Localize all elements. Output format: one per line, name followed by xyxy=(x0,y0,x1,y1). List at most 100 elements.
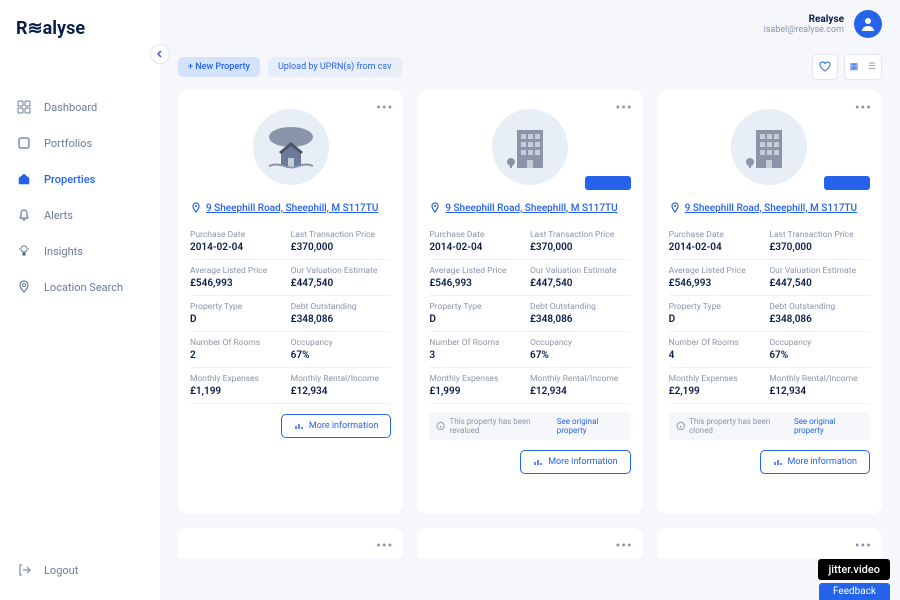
stat: Our Valuation Estimate£447,540 xyxy=(769,260,870,296)
stat-value: 67% xyxy=(291,350,392,361)
grid-view-button[interactable]: ▦ xyxy=(845,55,863,79)
stat-value: £1,199 xyxy=(190,386,291,397)
stat-value: £370,000 xyxy=(291,242,392,253)
property-card: ••• 9 Sheephill Road, Sheephill, M S117T… xyxy=(178,90,403,514)
stat: Average Listed Price£546,993 xyxy=(669,260,770,296)
info-icon xyxy=(436,421,445,431)
stat: Monthly Expenses £1,199 xyxy=(190,368,291,404)
stat-value: £447,540 xyxy=(769,278,870,289)
square-icon xyxy=(16,135,32,151)
stat-label: Average Listed Price xyxy=(190,266,291,276)
feedback-button[interactable]: Feedback xyxy=(819,583,890,600)
stat-value: 3 xyxy=(429,350,530,361)
sidebar-item-location-search[interactable]: Location Search xyxy=(0,269,160,305)
property-card: ••• 9 Sheephill Road, Sheephill, M S117T… xyxy=(657,90,882,514)
stat: Last Transaction Price£370,000 xyxy=(291,224,392,260)
see-original-link[interactable]: See original property xyxy=(557,417,624,435)
stat-label: Monthly Expenses xyxy=(190,374,291,384)
stat: Monthly Rental/Income£12,934 xyxy=(530,368,631,404)
bars-icon xyxy=(533,457,543,467)
stat-value: D xyxy=(669,314,770,325)
stat-value: 67% xyxy=(530,350,631,361)
stat-label: Number Of Rooms xyxy=(190,338,291,348)
upload-uprn-button[interactable]: Upload by UPRN(s) from csv xyxy=(268,57,402,77)
nav-label: Location Search xyxy=(44,281,123,294)
stat-label: Property Type xyxy=(669,302,770,312)
stat: Property Type D xyxy=(669,296,770,332)
favorite-button[interactable] xyxy=(812,54,838,80)
stat: Occupancy67% xyxy=(291,332,392,368)
user-info: Realyse isabel@realyse.com xyxy=(764,14,844,35)
stat: Number Of Rooms3 xyxy=(429,332,530,368)
new-property-button[interactable]: + New Property xyxy=(178,57,260,77)
property-notice: This property has been revaluedSee origi… xyxy=(429,412,630,440)
stat-label: Purchase Date xyxy=(190,230,291,240)
stat-label: Last Transaction Price xyxy=(530,230,631,240)
stat: Number Of Rooms4 xyxy=(669,332,770,368)
stat: Last Transaction Price£370,000 xyxy=(769,224,870,260)
property-address-link[interactable]: 9 Sheephill Road, Sheephill, M S117TU xyxy=(445,203,617,214)
more-information-button[interactable]: More information xyxy=(760,450,870,474)
stat-value: D xyxy=(429,314,530,325)
card-menu-button[interactable]: ••• xyxy=(376,538,393,554)
stat: Average Listed Price£546,993 xyxy=(190,260,291,296)
stat-label: Our Valuation Estimate xyxy=(291,266,392,276)
sidebar-item-dashboard[interactable]: Dashboard xyxy=(0,89,160,125)
list-view-button[interactable]: ☰ xyxy=(863,55,881,79)
info-icon xyxy=(676,421,685,431)
property-card: ••• xyxy=(417,528,642,558)
card-menu-button[interactable]: ••• xyxy=(855,538,872,554)
user-icon xyxy=(859,15,877,33)
logout-button[interactable]: Logout xyxy=(0,552,160,588)
stat: Purchase Date2014-02-04 xyxy=(669,224,770,260)
stat-label: Monthly Rental/Income xyxy=(291,374,392,384)
nav-label: Insights xyxy=(44,245,83,258)
nav-label: Properties xyxy=(44,173,95,186)
notice-text: This property has been cloned xyxy=(689,417,790,435)
sidebar: R≋alyse DashboardPortfoliosPropertiesAle… xyxy=(0,0,160,600)
stat: Our Valuation Estimate£447,540 xyxy=(291,260,392,296)
sidebar-item-insights[interactable]: Insights xyxy=(0,233,160,269)
stat-label: Debt Outstanding xyxy=(769,302,870,312)
card-menu-button[interactable]: ••• xyxy=(615,538,632,554)
sidebar-item-alerts[interactable]: Alerts xyxy=(0,197,160,233)
avatar[interactable] xyxy=(854,10,882,38)
stat-value: £546,993 xyxy=(429,278,530,289)
property-image xyxy=(669,102,870,192)
stat: Average Listed Price£546,993 xyxy=(429,260,530,296)
stat-label: Number Of Rooms xyxy=(669,338,770,348)
stat-label: Last Transaction Price xyxy=(769,230,870,240)
pin-icon xyxy=(429,202,441,214)
property-address-link[interactable]: 9 Sheephill Road, Sheephill, M S117TU xyxy=(685,203,857,214)
see-original-link[interactable]: See original property xyxy=(794,417,863,435)
more-information-button[interactable]: More information xyxy=(281,414,391,438)
stat: Monthly Expenses£2,199 xyxy=(669,368,770,404)
property-image xyxy=(190,102,391,192)
sidebar-item-portfolios[interactable]: Portfolios xyxy=(0,125,160,161)
stat: Monthly Rental/Income£12,934 xyxy=(769,368,870,404)
stat-label: Occupancy xyxy=(530,338,631,348)
property-card: ••• xyxy=(657,528,882,558)
stat: Debt Outstanding£348,086 xyxy=(291,296,392,332)
property-notice: This property has been clonedSee origina… xyxy=(669,412,870,440)
stat: Property TypeD xyxy=(429,296,530,332)
watermark: jitter.video xyxy=(818,559,890,580)
stat-value: £2,199 xyxy=(669,386,770,397)
pin-icon xyxy=(190,202,202,214)
property-image xyxy=(429,102,630,192)
stat: Occupancy67% xyxy=(769,332,870,368)
stat: Monthly Rental/Income £12,934 xyxy=(291,368,392,404)
heart-icon xyxy=(819,61,831,73)
stat-value: £12,934 xyxy=(291,386,392,397)
bars-icon xyxy=(294,421,304,431)
stat-label: Our Valuation Estimate xyxy=(530,266,631,276)
property-card: ••• 9 Sheephill Road, Sheephill, M S117T… xyxy=(417,90,642,514)
stat-value: £370,000 xyxy=(530,242,631,253)
more-information-button[interactable]: More information xyxy=(520,450,630,474)
stat-label: Debt Outstanding xyxy=(530,302,631,312)
nav: DashboardPortfolios Properties Alerts Insig… xyxy=(0,59,160,552)
pin-icon xyxy=(669,202,681,214)
property-address-link[interactable]: 9 Sheephill Road, Sheephill, M S117TU xyxy=(206,203,378,214)
collapse-sidebar-button[interactable] xyxy=(150,44,170,64)
sidebar-item-properties[interactable]: Properties xyxy=(0,161,160,197)
